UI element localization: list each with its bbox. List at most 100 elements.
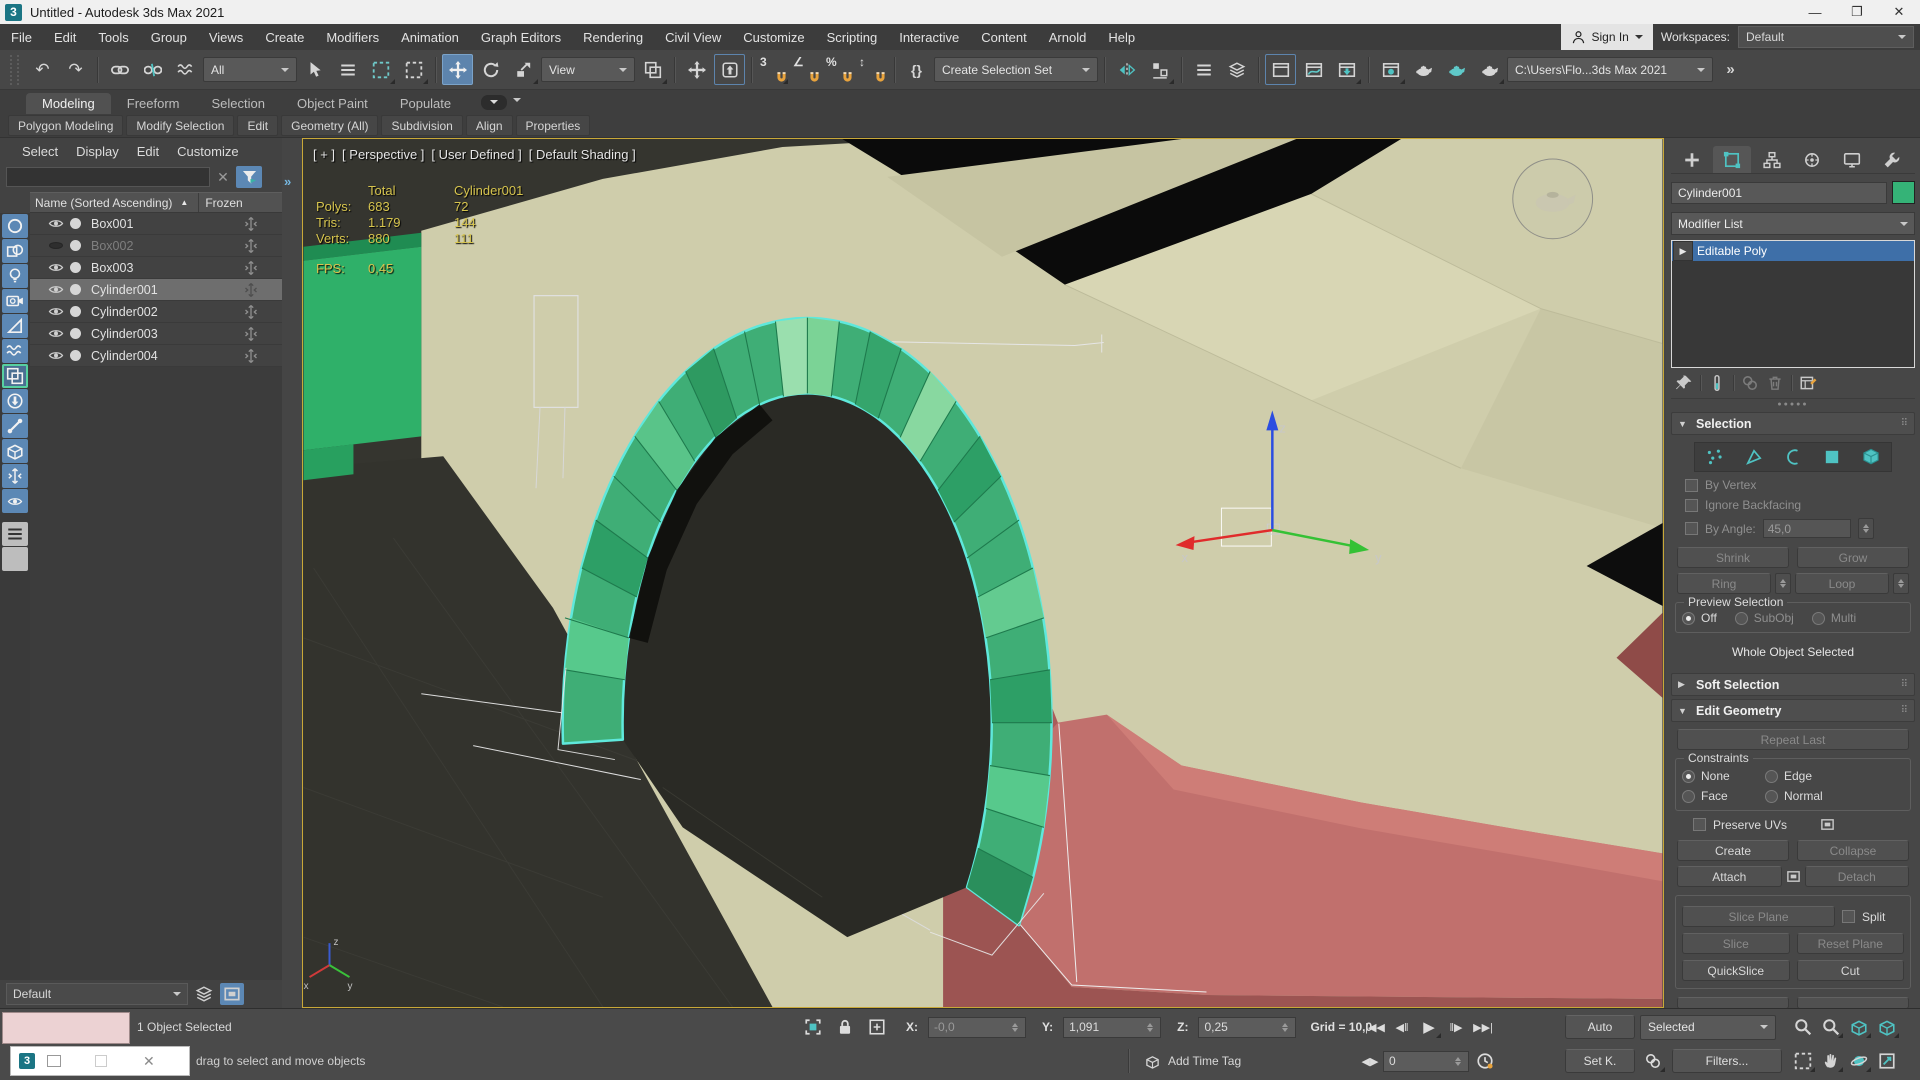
y-coordinate-field[interactable]: 1,091: [1063, 1017, 1161, 1038]
filter-hidden-icon[interactable]: [2, 489, 28, 513]
percent-snap-icon[interactable]: %: [824, 54, 855, 85]
schematic-view-icon[interactable]: [1331, 54, 1362, 85]
select-and-scale-tool[interactable]: [508, 54, 539, 85]
preserve-uvs-settings-icon[interactable]: [1820, 817, 1835, 832]
viewport-menu-pov[interactable]: [ Perspective ]: [342, 147, 424, 162]
select-and-rotate-tool[interactable]: [475, 54, 506, 85]
keyboard-shortcut-override-icon[interactable]: [714, 54, 745, 85]
selection-dot-icon[interactable]: [70, 306, 81, 317]
preserve-uvs-checkbox[interactable]: [1693, 818, 1706, 831]
selection-dot-icon[interactable]: [70, 284, 81, 295]
list-item-cylinder004[interactable]: Cylinder004: [30, 345, 282, 367]
search-input[interactable]: [6, 167, 210, 187]
collapse-button[interactable]: Collapse: [1797, 840, 1909, 861]
frozen-toggle-icon[interactable]: [243, 216, 259, 232]
select-object-icon[interactable]: [299, 54, 330, 85]
explorer-save-view-icon[interactable]: [220, 983, 244, 1005]
frozen-toggle-icon[interactable]: [243, 282, 259, 298]
explorer-overflow-icon[interactable]: »: [284, 174, 291, 189]
filter-space-warps-icon[interactable]: [2, 339, 28, 363]
window-crossing-toggle-icon[interactable]: [398, 54, 429, 85]
ribbon-tab-freeform[interactable]: Freeform: [111, 93, 196, 114]
list-item-box001[interactable]: Box001: [30, 213, 282, 235]
filter-bones-icon[interactable]: [2, 414, 28, 438]
list-item-box002[interactable]: Box002: [30, 235, 282, 257]
add-time-tag[interactable]: Add Time Tag: [1168, 1054, 1241, 1068]
visibility-eye-closed-icon[interactable]: [48, 240, 64, 251]
zoom-extents-all-icon[interactable]: [1874, 1015, 1900, 1039]
orbit-icon[interactable]: [1846, 1049, 1872, 1073]
ribbon-tab-object-paint[interactable]: Object Paint: [281, 93, 384, 114]
toolbar-grip[interactable]: [10, 55, 19, 85]
panel-properties[interactable]: Properties: [516, 115, 591, 136]
clipped-button[interactable]: [1797, 997, 1909, 1008]
selection-lock-icon[interactable]: [832, 1015, 858, 1039]
filter-helpers-icon[interactable]: [2, 314, 28, 338]
explorer-layers-icon[interactable]: [192, 983, 216, 1005]
show-end-result-icon[interactable]: [1708, 374, 1726, 392]
time-configuration-icon[interactable]: [1472, 1049, 1498, 1073]
split-checkbox[interactable]: [1842, 910, 1855, 923]
menu-edit[interactable]: Edit: [43, 24, 87, 50]
shrink-button[interactable]: Shrink: [1677, 547, 1789, 568]
explorer-menu-select[interactable]: Select: [14, 144, 66, 159]
selection-dot-icon[interactable]: [70, 262, 81, 273]
filter-geometry-icon[interactable]: [2, 214, 28, 238]
panel-modify-selection[interactable]: Modify Selection: [126, 115, 234, 136]
panel-geometry-all[interactable]: Geometry (All): [281, 115, 378, 136]
viewport-menu-general[interactable]: [ + ]: [313, 147, 335, 162]
border-mode-icon[interactable]: [1784, 448, 1802, 466]
explorer-menu-display[interactable]: Display: [68, 144, 127, 159]
redo-button[interactable]: ↷: [60, 54, 91, 85]
key-step-icons[interactable]: ◀▶: [1360, 1049, 1380, 1073]
auto-key-mode-button[interactable]: Auto: [1565, 1015, 1635, 1039]
go-to-start-button[interactable]: |◀◀: [1362, 1015, 1388, 1039]
list-item-box003[interactable]: Box003: [30, 257, 282, 279]
stack-item-editable-poly[interactable]: ▶ Editable Poly: [1672, 241, 1914, 261]
render-production-icon[interactable]: [1474, 54, 1505, 85]
align-icon[interactable]: [1144, 54, 1175, 85]
toggle-ribbon-icon[interactable]: [1265, 54, 1296, 85]
name-column-header[interactable]: Name (Sorted Ascending): [30, 196, 172, 210]
explorer-column-headers[interactable]: Name (Sorted Ascending) ▲ Frozen: [30, 192, 282, 213]
rollout-edit-geometry-header[interactable]: ▼Edit Geometry⠿: [1671, 699, 1915, 722]
undo-button[interactable]: ↶: [27, 54, 58, 85]
menu-tools[interactable]: Tools: [87, 24, 139, 50]
tab-motion-icon[interactable]: [1793, 146, 1831, 173]
object-color-swatch[interactable]: [1892, 181, 1915, 204]
explorer-menu-customize[interactable]: Customize: [169, 144, 246, 159]
zoom-all-icon[interactable]: [1818, 1015, 1844, 1039]
reset-plane-button[interactable]: Reset Plane: [1797, 933, 1905, 954]
maxscript-mini-listener[interactable]: [2, 1012, 130, 1044]
maximize-button[interactable]: ❐: [1836, 0, 1878, 24]
rollout-splitter[interactable]: ●●●●●: [1671, 399, 1915, 409]
filter-lights-icon[interactable]: [2, 264, 28, 288]
ribbon-options-caret-icon[interactable]: [513, 98, 521, 106]
spinner-snap-icon[interactable]: ↕: [857, 54, 888, 85]
explorer-blank-icon[interactable]: [2, 547, 28, 571]
absolute-offset-mode-icon[interactable]: [864, 1015, 890, 1039]
perspective-viewport[interactable]: x y z z x y [ + ] [ Perspective ] [ User…: [302, 138, 1664, 1008]
loop-spinner[interactable]: [1893, 573, 1909, 594]
constraint-normal-radio[interactable]: [1765, 790, 1778, 803]
edit-named-selection-sets-icon[interactable]: {}: [901, 54, 932, 85]
filter-button[interactable]: [236, 166, 262, 188]
selection-dot-icon[interactable]: [70, 240, 81, 251]
select-and-link-icon[interactable]: [104, 54, 135, 85]
menu-views[interactable]: Views: [198, 24, 254, 50]
rendered-frame-window-icon[interactable]: [1441, 54, 1472, 85]
key-filters-icon[interactable]: [1640, 1049, 1666, 1073]
vertex-mode-icon[interactable]: [1706, 448, 1724, 466]
filter-cameras-icon[interactable]: [2, 289, 28, 313]
select-and-move-tool[interactable]: [442, 54, 473, 85]
tab-utilities-icon[interactable]: [1873, 146, 1911, 173]
menu-scripting[interactable]: Scripting: [816, 24, 889, 50]
panel-splitter[interactable]: »: [282, 138, 302, 1008]
toggle-layer-explorer-icon[interactable]: [1221, 54, 1252, 85]
angle-snap-icon[interactable]: ∠: [791, 54, 822, 85]
go-to-end-button[interactable]: ▶▶|: [1470, 1015, 1496, 1039]
y-spinner[interactable]: [1145, 1019, 1155, 1036]
expand-stack-icon[interactable]: ▶: [1673, 241, 1693, 261]
x-coordinate-field[interactable]: -0,0: [928, 1017, 1026, 1038]
slice-plane-button[interactable]: Slice Plane: [1682, 906, 1835, 927]
